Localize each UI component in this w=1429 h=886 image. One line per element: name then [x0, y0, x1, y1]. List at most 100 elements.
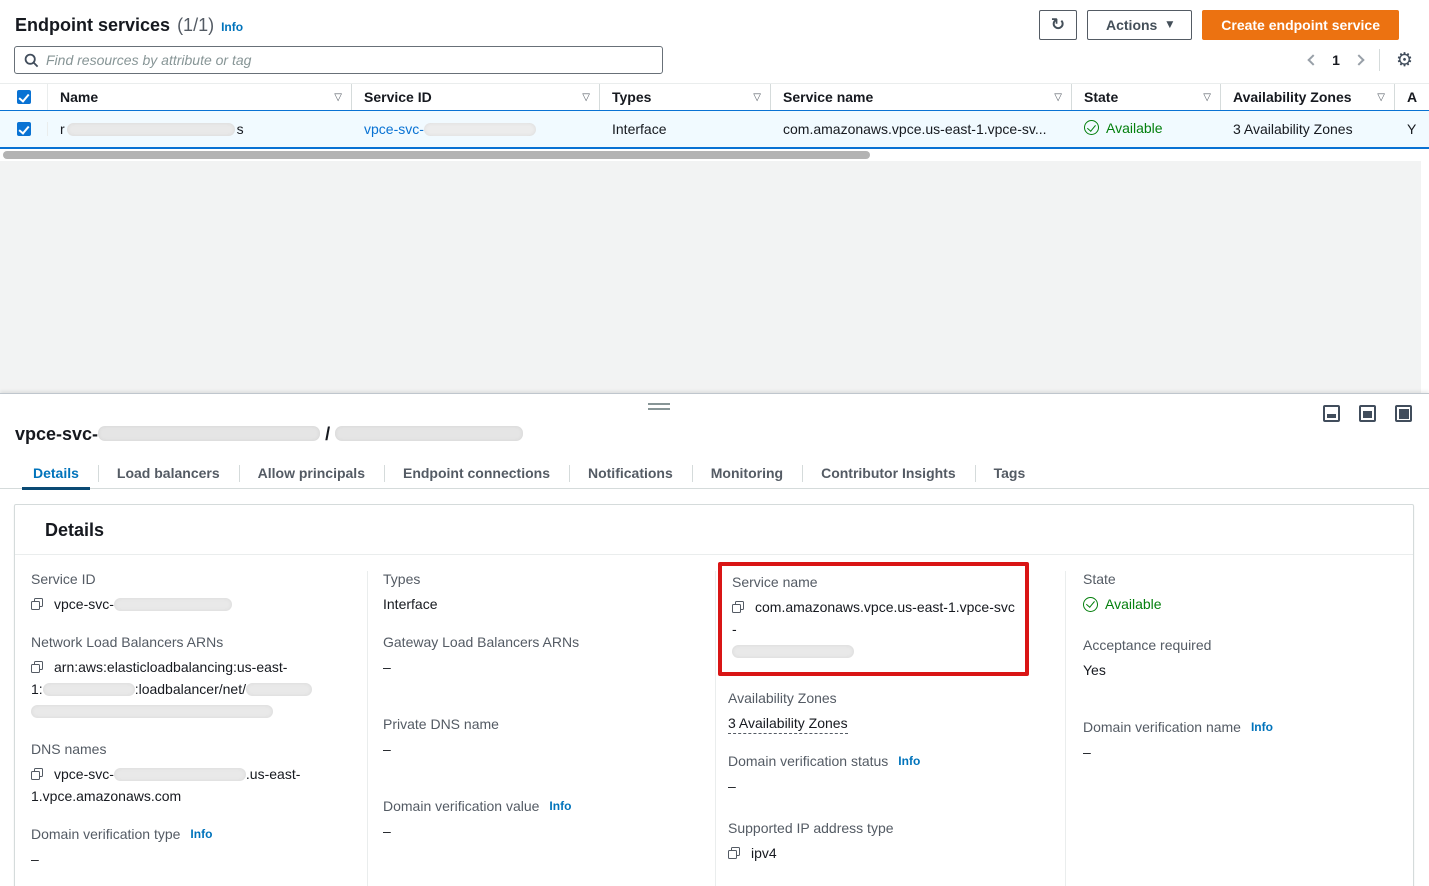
field-service-name: Service name com.amazonaws.vpce.us-east-… — [732, 574, 1015, 662]
content-background — [0, 161, 1429, 393]
refresh-icon: ↻ — [1051, 17, 1065, 34]
redacted-value — [732, 645, 854, 658]
row-checkbox[interactable] — [17, 122, 31, 136]
copy-icon[interactable] — [31, 598, 43, 610]
service-id-link[interactable]: vpce-svc- — [364, 121, 536, 137]
check-circle-icon — [1084, 120, 1099, 135]
field-private-dns-name: Private DNS name – — [383, 716, 697, 760]
select-all-checkbox-cell — [0, 84, 48, 110]
details-card: Details Service ID vpce-svc- Network Loa… — [14, 504, 1414, 886]
cell-service-name: com.amazonaws.vpce.us-east-1.vpce-sv... — [771, 121, 1072, 137]
details-column-4: State Available Acceptance required Yes — [1066, 571, 1413, 886]
panel-size-half-icon[interactable] — [1359, 405, 1376, 422]
copy-icon[interactable] — [728, 847, 740, 859]
details-column-3: Service name com.amazonaws.vpce.us-east-… — [716, 571, 1066, 886]
tab-contributor-insights[interactable]: Contributor Insights — [802, 458, 975, 489]
redacted-service-id — [424, 123, 536, 136]
field-nlb-arns: Network Load Balancers ARNs arn:aws:elas… — [31, 634, 349, 722]
tab-notifications[interactable]: Notifications — [569, 458, 692, 489]
horizontal-scrollbar — [0, 151, 1429, 161]
redacted-value — [246, 683, 312, 696]
column-header-types[interactable]: Types ▽ — [600, 84, 771, 110]
column-header-service-id[interactable]: Service ID ▽ — [352, 84, 600, 110]
availability-zones-popover-link[interactable]: 3 Availability Zones — [728, 715, 848, 734]
filter-icon[interactable]: ▽ — [582, 92, 590, 103]
pagination-divider — [1379, 49, 1380, 71]
split-panel-drag-handle[interactable] — [648, 403, 670, 413]
copy-icon[interactable] — [732, 601, 744, 613]
column-header-state[interactable]: State ▽ — [1072, 84, 1221, 110]
field-domain-verification-name: Domain verification name Info – — [1083, 719, 1395, 763]
chevron-down-icon: ▼ — [1166, 21, 1173, 30]
copy-icon[interactable] — [31, 768, 43, 780]
cell-availability-zones: 3 Availability Zones — [1221, 121, 1395, 137]
column-header-service-name[interactable]: Service name ▽ — [771, 84, 1072, 110]
search-input[interactable] — [46, 52, 653, 68]
endpoint-services-table: Name ▽ Service ID ▽ Types ▽ Service name… — [0, 83, 1429, 161]
cell-name: rs — [48, 121, 352, 137]
page-title: Endpoint services — [15, 15, 170, 36]
status-badge: Available — [1083, 593, 1162, 615]
create-endpoint-service-button[interactable]: Create endpoint service — [1202, 10, 1399, 40]
field-dns-names: DNS names vpce-svc-.us-east- 1.vpce.amaz… — [31, 741, 349, 807]
info-link[interactable]: Info — [549, 799, 571, 813]
redacted-value — [114, 768, 246, 781]
field-gateway-lb-arns: Gateway Load Balancers ARNs – — [383, 634, 697, 678]
previous-page-button[interactable] — [1307, 54, 1318, 65]
tab-endpoint-connections[interactable]: Endpoint connections — [384, 458, 569, 489]
copy-icon[interactable] — [31, 661, 43, 673]
field-availability-zones: Availability Zones 3 Availability Zones — [728, 690, 1047, 734]
search-icon — [24, 53, 39, 68]
cell-state: Available — [1072, 120, 1221, 139]
title-row: Endpoint services (1/1) Info ↻ Actions ▼… — [0, 0, 1429, 40]
column-header-name[interactable]: Name ▽ — [48, 84, 352, 110]
field-types: Types Interface — [383, 571, 697, 615]
horizontal-scrollbar-thumb[interactable] — [3, 151, 870, 159]
field-domain-verification-type: Domain verification type Info – — [31, 826, 349, 870]
tab-allow-principals[interactable]: Allow principals — [239, 458, 384, 489]
search-box[interactable] — [14, 46, 663, 74]
table-header-row: Name ▽ Service ID ▽ Types ▽ Service name… — [0, 83, 1429, 110]
field-state: State Available — [1083, 571, 1395, 618]
tab-load-balancers[interactable]: Load balancers — [98, 458, 239, 489]
select-all-checkbox[interactable] — [17, 90, 31, 104]
cell-acceptance-truncated: Y — [1395, 121, 1429, 137]
details-card-heading: Details — [15, 505, 1413, 555]
panel-size-small-icon[interactable] — [1323, 405, 1340, 422]
details-card-body: Service ID vpce-svc- Network Load Balanc… — [15, 555, 1413, 886]
field-domain-verification-value: Domain verification value Info – — [383, 798, 697, 842]
column-header-acceptance-truncated[interactable]: A — [1395, 84, 1429, 110]
panel-size-full-icon[interactable] — [1395, 405, 1412, 422]
filter-icon[interactable]: ▽ — [1377, 92, 1385, 103]
filter-icon[interactable]: ▽ — [1054, 92, 1062, 103]
check-circle-icon — [1083, 597, 1098, 612]
refresh-button[interactable]: ↻ — [1039, 10, 1077, 40]
search-row: 1 ⚙ — [0, 40, 1429, 74]
next-page-button[interactable] — [1353, 54, 1364, 65]
filter-icon[interactable]: ▽ — [753, 92, 761, 103]
table-row[interactable]: rs vpce-svc- Interface com.amazonaws.vpc… — [0, 110, 1429, 149]
page-info-link[interactable]: Info — [221, 20, 243, 34]
field-supported-ip-address-type: Supported IP address type ipv4 — [728, 820, 1047, 864]
page-number[interactable]: 1 — [1330, 52, 1342, 68]
endpoint-services-list-section: Endpoint services (1/1) Info ↻ Actions ▼… — [0, 0, 1429, 161]
tab-tags[interactable]: Tags — [975, 458, 1045, 489]
settings-gear-icon[interactable]: ⚙ — [1396, 51, 1413, 70]
info-link[interactable]: Info — [190, 827, 212, 841]
field-acceptance-required: Acceptance required Yes — [1083, 637, 1395, 681]
availability-zones-popover-link[interactable]: 3 Availability Zones — [1233, 121, 1353, 137]
redacted-service-id — [98, 426, 320, 441]
redacted-name — [335, 426, 523, 441]
info-link[interactable]: Info — [898, 754, 920, 768]
panel-title: vpce-svc- / — [15, 424, 1413, 445]
filter-icon[interactable]: ▽ — [1203, 92, 1211, 103]
filter-icon[interactable]: ▽ — [334, 92, 342, 103]
tab-details[interactable]: Details — [14, 458, 98, 489]
tab-monitoring[interactable]: Monitoring — [692, 458, 802, 489]
status-badge: Available — [1084, 120, 1163, 136]
split-panel: vpce-svc- / Details Load balancers Allow… — [0, 393, 1429, 886]
redacted-account-id — [43, 683, 135, 696]
actions-button[interactable]: Actions ▼ — [1087, 10, 1192, 40]
column-header-availability-zones[interactable]: Availability Zones ▽ — [1221, 84, 1395, 110]
info-link[interactable]: Info — [1251, 720, 1273, 734]
